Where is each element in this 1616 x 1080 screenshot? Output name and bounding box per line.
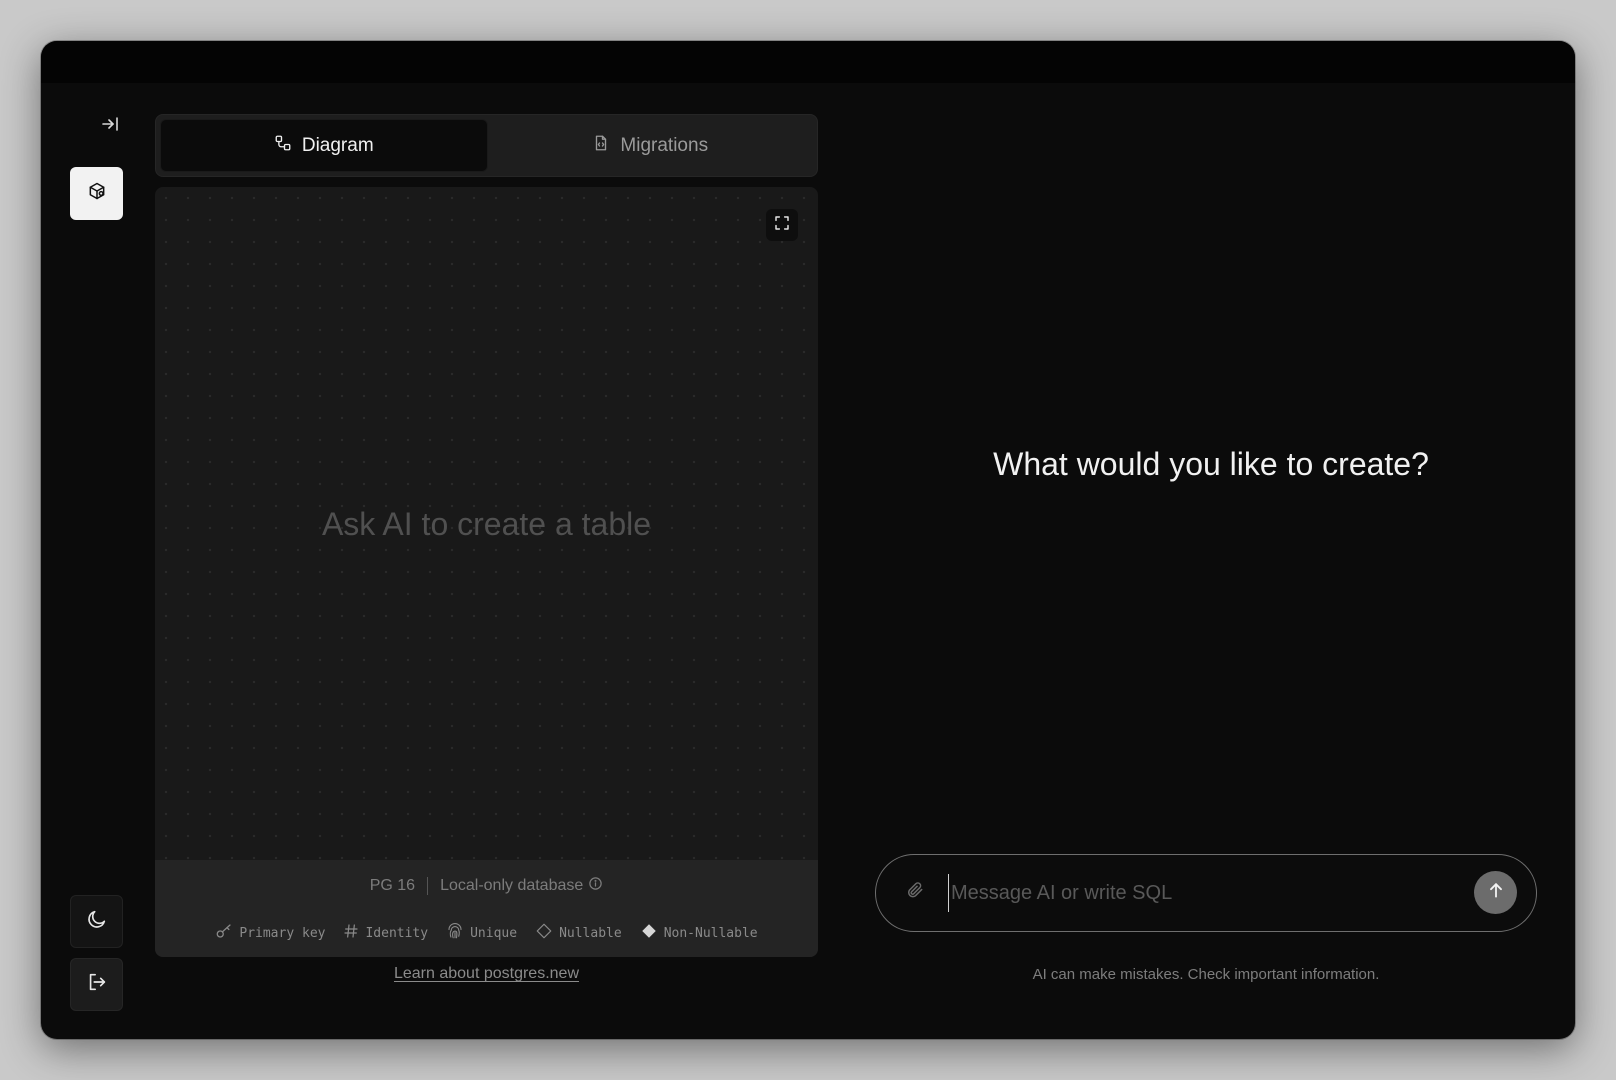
diagram-footer: PG 16 Local-only database Primary key Id… [155,860,818,957]
key-icon [215,922,233,944]
paperclip-icon [905,880,925,905]
attach-file-button[interactable] [900,877,930,907]
fingerprint-icon [446,922,464,944]
message-input[interactable] [948,874,1448,912]
diagram-empty-hint: Ask AI to create a table [321,506,652,542]
hash-icon [343,923,359,943]
diagram-icon [274,134,292,158]
pg-version: PG 16 [369,877,416,894]
legend-non-nullable: Non-Nullable [640,922,758,944]
tab-migrations[interactable]: Migrations [488,119,814,172]
sidebar-expand-icon [101,116,119,137]
view-tabs: Diagram Migrations [155,114,818,177]
window-titlebar [41,41,1575,83]
database-type: Local-only database [440,876,603,896]
arrow-up-icon [1486,880,1506,905]
app-window: Diagram Migrations Ask AI to create a ta… [41,41,1575,1039]
tab-migrations-label: Migrations [620,134,709,156]
diagram-canvas[interactable]: Ask AI to create a table PG 16 Local-onl… [155,187,818,957]
meta-divider [427,877,429,895]
info-icon[interactable] [588,876,603,896]
legend-primary-key-label: Primary key [239,925,326,941]
legend-identity: Identity [343,923,428,943]
chat-composer [875,854,1537,932]
expand-diagram-button[interactable] [766,209,798,241]
sidebar-expand-button[interactable] [84,111,136,141]
legend-unique-label: Unique [470,925,518,941]
learn-about-link[interactable]: Learn about postgres.new [155,965,818,983]
legend-primary-key: Primary key [215,922,325,944]
logout-icon [86,971,108,998]
send-button[interactable] [1474,871,1517,914]
column-legend: Primary key Identity Unique Nullable Non… [155,922,818,944]
database-meta: PG 16 Local-only database [155,876,818,896]
logout-button[interactable] [70,958,123,1011]
database-cube-icon [87,181,107,206]
database-button[interactable] [70,167,123,220]
diamond-outline-icon [535,922,553,944]
legend-unique: Unique [446,922,517,944]
tab-diagram-label: Diagram [301,134,374,156]
ai-disclaimer: AI can make mistakes. Check important in… [1032,966,1380,983]
file-code-icon [592,134,610,158]
tab-diagram[interactable]: Diagram [160,119,488,172]
database-type-label: Local-only database [440,877,584,894]
legend-nullable-label: Nullable [559,925,622,941]
expand-icon [774,215,790,236]
diamond-filled-icon [640,922,658,944]
legend-nullable: Nullable [535,922,622,944]
moon-icon [86,908,108,935]
chat-headline: What would you like to create? [993,446,1429,482]
legend-non-nullable-label: Non-Nullable [663,925,758,941]
theme-toggle-button[interactable] [70,895,123,948]
legend-identity-label: Identity [365,925,429,941]
